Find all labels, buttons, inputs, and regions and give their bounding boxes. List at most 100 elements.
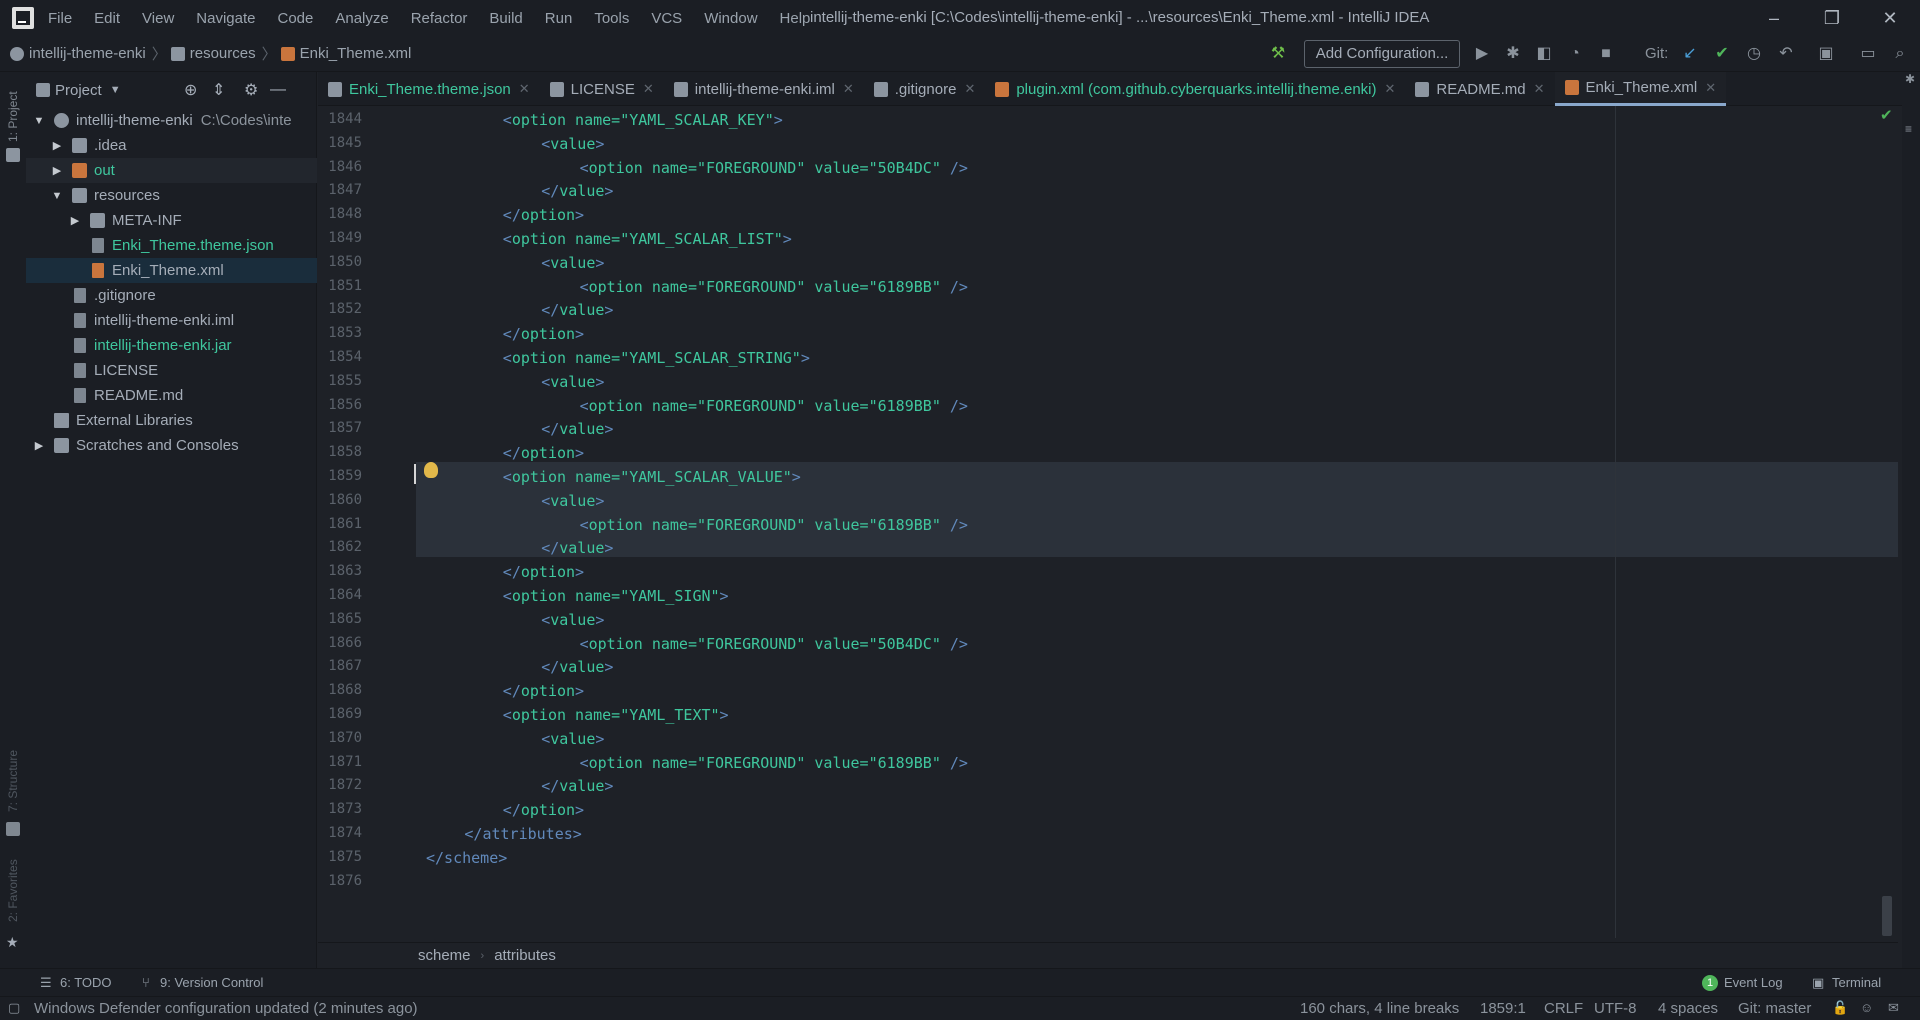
caret-position[interactable]: 1859:1 xyxy=(1480,1000,1526,1017)
chevron-down-icon[interactable]: ▼ xyxy=(32,115,46,127)
close-tab-icon[interactable]: ✕ xyxy=(1705,80,1716,96)
tree-item[interactable]: ▼ intellij-theme-enki C:\Codes\inte xyxy=(26,108,317,133)
tree-item[interactable]: Enki_Theme.theme.json xyxy=(26,233,317,258)
chevron-right-icon[interactable]: ▶ xyxy=(32,439,46,452)
inspector-icon[interactable]: ☺ xyxy=(1860,1000,1873,1015)
close-tab-icon[interactable]: ✕ xyxy=(643,81,654,97)
editor-tab[interactable]: Enki_Theme.theme.json ✕ xyxy=(318,72,540,106)
breadcrumb-scheme[interactable]: scheme xyxy=(418,947,471,964)
notifications-icon[interactable]: ✉ xyxy=(1888,1000,1899,1016)
collapse-all-icon[interactable]: ⇕ xyxy=(212,80,225,100)
status-message[interactable]: Windows Defender configuration updated (… xyxy=(34,1000,418,1017)
history-icon[interactable]: ◷ xyxy=(1744,44,1764,64)
file-encoding[interactable]: UTF-8 xyxy=(1594,1000,1637,1017)
editor-tab[interactable]: plugin.xml (com.github.cyberquarks.intel… xyxy=(985,72,1405,106)
breadcrumb-folder[interactable]: resources 〉 xyxy=(170,43,281,64)
build-hammer-icon[interactable]: ⚒ xyxy=(1268,44,1288,64)
breadcrumb-attributes[interactable]: attributes xyxy=(494,947,556,964)
tree-item[interactable]: ▶ Scratches and Consoles xyxy=(26,433,317,458)
event-log-tool-button[interactable]: Event Log xyxy=(1724,975,1783,990)
menu-item[interactable]: VCS xyxy=(651,10,682,27)
tree-item[interactable]: ▶ .idea xyxy=(26,133,317,158)
run-icon[interactable]: ▶ xyxy=(1472,44,1492,64)
tree-item[interactable]: ▶ META-INF xyxy=(26,208,317,233)
menu-item[interactable]: Tools xyxy=(594,10,629,27)
code-editor[interactable]: 1844 1845 1846 1847 1848 1849 1850 1851 1852 1853… xyxy=(318,106,1898,938)
tree-item[interactable]: Enki_Theme.xml xyxy=(26,258,317,283)
git-commit-icon[interactable]: ✔ xyxy=(1712,44,1732,64)
stop-icon[interactable]: ■ xyxy=(1596,44,1616,64)
close-tab-icon[interactable]: ✕ xyxy=(519,81,530,97)
lightbulb-icon[interactable] xyxy=(424,462,438,478)
menu-item[interactable]: File xyxy=(48,10,72,27)
tree-item[interactable]: README.md xyxy=(26,383,317,408)
debug-icon[interactable]: ✱ xyxy=(1503,44,1523,64)
close-tab-icon[interactable]: ✕ xyxy=(1534,81,1545,97)
menu-item[interactable]: Code xyxy=(277,10,313,27)
menu-item[interactable]: Navigate xyxy=(196,10,255,27)
search-everywhere-icon[interactable]: ⌕ xyxy=(1890,44,1910,64)
menu-item[interactable]: Help xyxy=(780,10,811,27)
project-panel-title[interactable]: Project xyxy=(55,82,102,99)
close-tab-icon[interactable]: ✕ xyxy=(1385,81,1396,97)
tree-item[interactable]: LICENSE xyxy=(26,358,317,383)
structure-tool-button[interactable]: 7: Structure xyxy=(6,750,20,812)
chevron-right-icon[interactable]: ▶ xyxy=(50,164,64,177)
tree-item[interactable]: External Libraries xyxy=(26,408,317,433)
tree-item[interactable]: intellij-theme-enki.jar xyxy=(26,333,317,358)
tree-item[interactable]: ▼ resources xyxy=(26,183,317,208)
chevron-right-icon[interactable]: ▶ xyxy=(68,214,82,227)
menu-item[interactable]: View xyxy=(142,10,174,27)
menu-item[interactable]: Window xyxy=(704,10,757,27)
database-icon[interactable]: ≡ xyxy=(1905,122,1912,136)
presentation-icon[interactable]: ▭ xyxy=(1858,44,1878,64)
breadcrumb-file[interactable]: Enki_Theme.xml xyxy=(280,45,411,62)
rollback-icon[interactable]: ↶ xyxy=(1776,44,1796,64)
close-window-icon[interactable]: ✕ xyxy=(1878,6,1902,30)
menu-item[interactable]: Refactor xyxy=(411,10,468,27)
menu-item[interactable]: Edit xyxy=(94,10,120,27)
menu-item[interactable]: Build xyxy=(489,10,522,27)
editor-tab[interactable]: Enki_Theme.xml ✕ xyxy=(1554,72,1727,106)
editor-tab[interactable]: intellij-theme-enki.iml ✕ xyxy=(664,72,864,106)
gear-icon[interactable]: ⚙ xyxy=(244,80,258,100)
tree-item[interactable]: intellij-theme-enki.iml xyxy=(26,308,317,333)
git-branch[interactable]: Git: master xyxy=(1738,1000,1811,1017)
editor-tab[interactable]: .gitignore ✕ xyxy=(864,72,986,106)
line-number: 1863 xyxy=(328,563,362,580)
ant-icon[interactable]: ✱ xyxy=(1905,72,1915,86)
editor-tab[interactable]: README.md ✕ xyxy=(1405,72,1554,106)
chevron-down-icon[interactable]: ▼ xyxy=(50,190,64,202)
menu-item[interactable]: Run xyxy=(545,10,573,27)
coverage-icon[interactable]: ◧ xyxy=(1534,44,1554,64)
chevron-right-icon[interactable]: ▶ xyxy=(50,139,64,152)
menu-item[interactable]: Analyze xyxy=(335,10,388,27)
minimize-icon[interactable]: – xyxy=(1762,6,1786,30)
indent-setting[interactable]: 4 spaces xyxy=(1658,1000,1718,1017)
inspection-ok-icon[interactable]: ✔ xyxy=(1880,106,1893,124)
line-separator[interactable]: CRLF xyxy=(1544,1000,1583,1017)
profile-icon[interactable]: ◔ xyxy=(1565,44,1585,64)
project-structure-icon[interactable]: ▣ xyxy=(1816,44,1836,64)
breadcrumb-project[interactable]: intellij-theme-enki 〉 xyxy=(10,43,171,64)
git-update-icon[interactable]: ↙ xyxy=(1680,44,1700,64)
close-tab-icon[interactable]: ✕ xyxy=(964,81,975,97)
todo-tool-button[interactable]: 6: TODO xyxy=(60,975,112,990)
tree-item[interactable]: ▶ out xyxy=(26,158,317,183)
hide-panel-icon[interactable]: — xyxy=(270,81,286,99)
tree-item[interactable]: .gitignore xyxy=(26,283,317,308)
lock-icon[interactable]: 🔓 xyxy=(1832,1000,1848,1016)
terminal-tool-button[interactable]: Terminal xyxy=(1832,975,1881,990)
line-number: 1875 xyxy=(328,848,362,865)
scrollbar-thumb[interactable] xyxy=(1882,896,1892,936)
project-tool-button[interactable]: 1: Project xyxy=(6,91,20,142)
toggle-tool-windows-icon[interactable]: ▢ xyxy=(8,1000,20,1016)
version-control-tool-button[interactable]: 9: Version Control xyxy=(160,975,263,990)
locate-icon[interactable]: ⊕ xyxy=(184,80,197,100)
restore-icon[interactable]: ❐ xyxy=(1820,6,1844,30)
editor-tab[interactable]: LICENSE ✕ xyxy=(540,72,664,106)
favorites-tool-button[interactable]: 2: Favorites xyxy=(6,859,20,922)
chevron-down-icon[interactable]: ▼ xyxy=(110,84,121,96)
add-configuration-button[interactable]: Add Configuration... xyxy=(1304,40,1460,68)
close-tab-icon[interactable]: ✕ xyxy=(843,81,854,97)
